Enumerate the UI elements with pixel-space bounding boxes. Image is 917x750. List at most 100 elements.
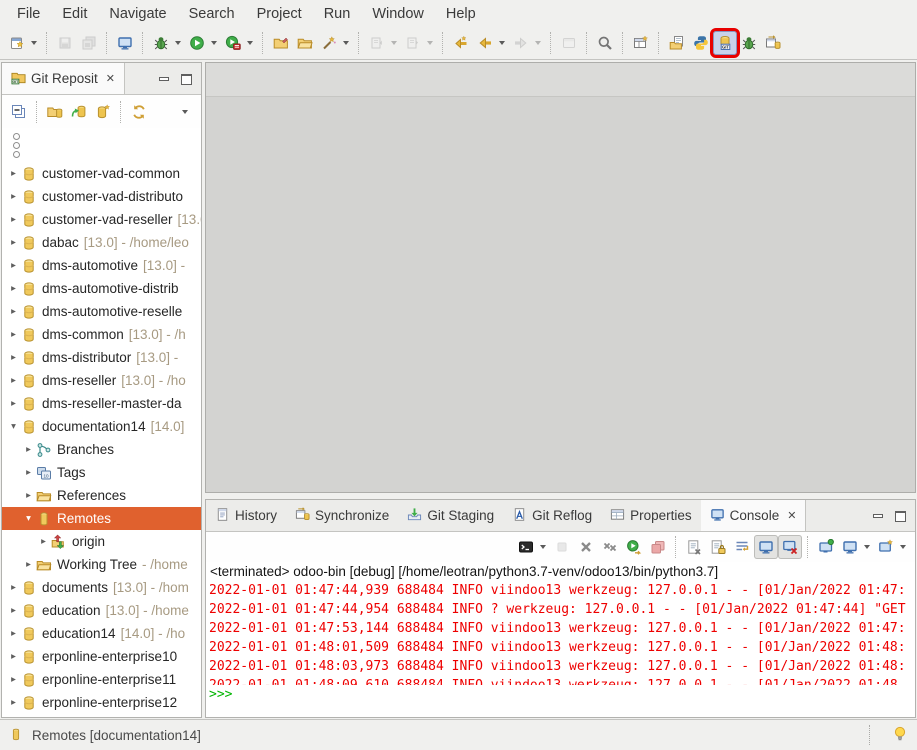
scroll-lock-button[interactable] xyxy=(706,535,730,559)
tree-item-dms-automotive-reselle[interactable]: ▸dms-automotive-reselle xyxy=(2,300,201,323)
pin-console-button[interactable] xyxy=(814,535,838,559)
new-wizard-dropdown[interactable] xyxy=(31,41,37,45)
clone-repository-button[interactable] xyxy=(67,100,91,124)
tree-item-remotes[interactable]: ▾Remotes xyxy=(2,507,201,530)
open-console-dropdown[interactable] xyxy=(900,545,906,549)
tab-properties[interactable]: Properties xyxy=(601,500,701,531)
chevron-right-icon[interactable]: ▸ xyxy=(6,260,21,271)
create-repository-button[interactable] xyxy=(91,100,115,124)
tree-item-references[interactable]: ▸References xyxy=(2,484,201,507)
chevron-right-icon[interactable]: ▸ xyxy=(6,283,21,294)
menu-navigate[interactable]: Navigate xyxy=(98,2,177,26)
chevron-right-icon[interactable]: ▸ xyxy=(6,375,21,386)
tab-synchronize[interactable]: Synchronize xyxy=(286,500,398,531)
tree-item-erponline-enterprise11[interactable]: ▸erponline-enterprise11 xyxy=(2,668,201,691)
tree-item-dms-distributor[interactable]: ▸dms-distributor[13.0] - xyxy=(2,346,201,369)
tab-git-repositories[interactable]: GIT Git Reposit ✕ xyxy=(2,63,125,94)
chevron-right-icon[interactable]: ▸ xyxy=(6,398,21,409)
tree-item-dms-reseller-master-da[interactable]: ▸dms-reseller-master-da xyxy=(2,392,201,415)
chevron-right-icon[interactable]: ▸ xyxy=(6,674,21,685)
tree-item-branches[interactable]: ▸Branches xyxy=(2,438,201,461)
menu-run[interactable]: Run xyxy=(313,2,362,26)
search-button[interactable] xyxy=(593,31,617,55)
chevron-down-icon[interactable]: ▾ xyxy=(6,421,21,432)
new-wizard-button[interactable] xyxy=(5,31,29,55)
tree-item-erponline-enterprise10[interactable]: ▸erponline-enterprise10 xyxy=(2,645,201,668)
chevron-right-icon[interactable]: ▸ xyxy=(6,697,21,708)
chevron-down-icon[interactable]: ▾ xyxy=(21,513,36,524)
tree-item-dabac[interactable]: ▸dabac[13.0] - /home/leo xyxy=(2,231,201,254)
perspective-resource-button[interactable] xyxy=(665,31,689,55)
tree-item-working-tree[interactable]: ▸Working Tree- /home xyxy=(2,553,201,576)
menu-file[interactable]: File xyxy=(6,2,51,26)
tab-git-reflog[interactable]: Git Reflog xyxy=(503,500,601,531)
chevron-right-icon[interactable]: ▸ xyxy=(6,352,21,363)
chevron-right-icon[interactable]: ▸ xyxy=(6,306,21,317)
debug-button[interactable] xyxy=(149,31,173,55)
tree-item-dms-common[interactable]: ▸dms-common[13.0] - /h xyxy=(2,323,201,346)
open-element-button[interactable] xyxy=(269,31,293,55)
close-icon[interactable]: ✕ xyxy=(106,72,115,85)
tree-item-dms-reseller[interactable]: ▸dms-reseller[13.0] - /ho xyxy=(2,369,201,392)
last-edit-location-button[interactable] xyxy=(449,31,473,55)
tree-item-customer-vad-common[interactable]: ▸customer-vad-common xyxy=(2,162,201,185)
back-button[interactable] xyxy=(473,31,497,55)
perspective-sync-button[interactable] xyxy=(761,31,785,55)
chevron-right-icon[interactable]: ▸ xyxy=(21,444,36,455)
perspective-debug-button[interactable] xyxy=(737,31,761,55)
open-terminal-button[interactable] xyxy=(514,535,538,559)
open-resource-button[interactable] xyxy=(293,31,317,55)
close-console-button[interactable] xyxy=(574,535,598,559)
open-perspective-button[interactable] xyxy=(629,31,653,55)
menu-project[interactable]: Project xyxy=(246,2,313,26)
run-button[interactable] xyxy=(185,31,209,55)
collapse-all-button[interactable] xyxy=(7,100,31,124)
menu-help[interactable]: Help xyxy=(435,2,487,26)
clear-console-button[interactable] xyxy=(682,535,706,559)
chevron-right-icon[interactable]: ▸ xyxy=(21,490,36,501)
close-icon[interactable]: ✕ xyxy=(787,509,796,522)
show-stderr-button[interactable] xyxy=(778,535,802,559)
chevron-right-icon[interactable]: ▸ xyxy=(6,237,21,248)
tab-history[interactable]: History xyxy=(206,500,286,531)
open-terminal-dropdown[interactable] xyxy=(540,545,546,549)
perspective-pydev-button[interactable] xyxy=(689,31,713,55)
coverage-dropdown[interactable] xyxy=(247,41,253,45)
tree-item-customer-vad-reseller[interactable]: ▸customer-vad-reseller[13.0] xyxy=(2,208,201,231)
tree-item-dms-automotive-distrib[interactable]: ▸dms-automotive-distrib xyxy=(2,277,201,300)
view-menu-dropdown[interactable] xyxy=(182,110,188,114)
remove-all-terminated-button[interactable] xyxy=(646,535,670,559)
maximize-icon[interactable] xyxy=(181,74,192,84)
tree-item-tags[interactable]: ▸10Tags xyxy=(2,461,201,484)
open-console-button[interactable] xyxy=(874,535,898,559)
maximize-icon[interactable] xyxy=(895,511,906,521)
chevron-right-icon[interactable]: ▸ xyxy=(6,651,21,662)
tree-item-education[interactable]: ▸education[13.0] - /home xyxy=(2,599,201,622)
menu-edit[interactable]: Edit xyxy=(51,2,98,26)
perspective-git-button[interactable]: GIT xyxy=(713,31,737,55)
new-module-wand-button[interactable] xyxy=(317,31,341,55)
chevron-right-icon[interactable]: ▸ xyxy=(6,628,21,639)
menu-window[interactable]: Window xyxy=(361,2,435,26)
tab-git-staging[interactable]: Git Staging xyxy=(398,500,503,531)
word-wrap-button[interactable] xyxy=(730,535,754,559)
tree-item-documents[interactable]: ▸documents[13.0] - /hom xyxy=(2,576,201,599)
chevron-right-icon[interactable]: ▸ xyxy=(6,605,21,616)
back-dropdown[interactable] xyxy=(499,41,505,45)
debug-dropdown[interactable] xyxy=(175,41,181,45)
open-console-view-button[interactable] xyxy=(113,31,137,55)
menu-search[interactable]: Search xyxy=(178,2,246,26)
display-console-dropdown[interactable] xyxy=(864,545,870,549)
chevron-right-icon[interactable]: ▸ xyxy=(6,191,21,202)
tree-item-customer-vad-distributo[interactable]: ▸customer-vad-distributo xyxy=(2,185,201,208)
close-all-terminated-button[interactable] xyxy=(598,535,622,559)
chevron-right-icon[interactable]: ▸ xyxy=(6,214,21,225)
relaunch-button[interactable] xyxy=(622,535,646,559)
chevron-right-icon[interactable]: ▸ xyxy=(21,467,36,478)
chevron-right-icon[interactable]: ▸ xyxy=(21,559,36,570)
minimize-icon[interactable] xyxy=(158,74,169,84)
chevron-right-icon[interactable]: ▸ xyxy=(6,329,21,340)
tab-console[interactable]: Console✕ xyxy=(701,500,807,531)
display-console-button[interactable] xyxy=(838,535,862,559)
tree-item-erponline-enterprise12[interactable]: ▸erponline-enterprise12 xyxy=(2,691,201,714)
